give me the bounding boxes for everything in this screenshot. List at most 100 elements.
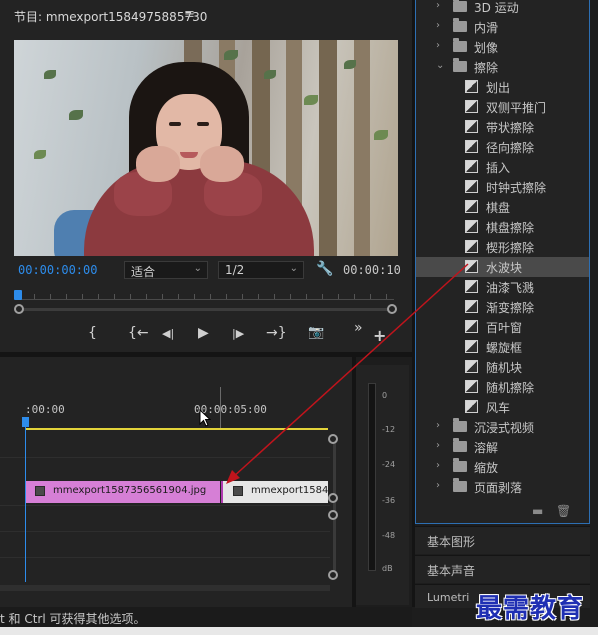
essential-sound-panel[interactable]: 基本声音 — [415, 555, 590, 583]
add-button[interactable]: + — [373, 326, 386, 345]
chevron-right-icon[interactable]: › — [436, 40, 440, 51]
trash-icon[interactable]: 🗑 — [556, 504, 571, 518]
chevron-right-icon[interactable]: › — [436, 460, 440, 471]
bottom-strip — [0, 627, 598, 635]
vertical-scrollbar[interactable] — [333, 437, 336, 577]
hamburger-icon[interactable]: ≡ — [184, 7, 195, 22]
effect-item[interactable]: 时钟式擦除 — [416, 177, 589, 197]
chevron-right-icon[interactable]: › — [436, 20, 440, 31]
transition-icon — [465, 380, 478, 393]
wrench-icon[interactable]: 🔧 — [316, 261, 333, 277]
meter-label: 0 — [382, 391, 388, 400]
timeline-playhead[interactable] — [22, 417, 29, 427]
work-area-bar[interactable] — [25, 428, 328, 430]
effects-folder[interactable]: › 内滑 — [416, 17, 589, 37]
audio-meter: 0 -12 -24 -36 -48 dB — [356, 365, 409, 605]
zoom-scrollbar[interactable] — [18, 308, 394, 311]
step-back-button[interactable]: ◀| — [162, 327, 174, 340]
effects-footer: ▬ 🗑 — [416, 498, 589, 522]
monitor-header: 节目: mmexport1584975885730 ≡ — [0, 0, 412, 30]
effects-panel: › 3D 运动 › 内滑 › 划像 ⌄ 擦除 划出 双侧平推门 带状擦除 径向擦除 插入 时钟式擦除 棋盘棋… — [415, 0, 590, 524]
folder-icon — [453, 438, 467, 452]
effects-folder[interactable]: › 沉浸式视频 — [416, 417, 589, 437]
transition-icon — [465, 220, 478, 233]
effect-label: 水波块 — [486, 261, 523, 275]
scroll-handle-right[interactable] — [387, 304, 397, 314]
timeline-clip[interactable]: mmexport1587356561904.jpg — [25, 481, 220, 503]
scroll-handle-top[interactable] — [328, 510, 338, 520]
effect-item[interactable]: 螺旋框 — [416, 337, 589, 357]
step-forward-button[interactable]: |▶ — [232, 327, 244, 340]
effects-folder[interactable]: › 页面剥落 — [416, 477, 589, 497]
effect-item[interactable]: 插入 — [416, 157, 589, 177]
audio-level-bar — [368, 383, 376, 571]
effect-item[interactable]: 水波块 — [416, 257, 589, 277]
effects-folder[interactable]: › 3D 运动 — [416, 0, 589, 17]
folder-icon — [453, 458, 467, 472]
program-monitor: 节目: mmexport1584975885730 ≡ 00:00:00:00 … — [0, 0, 412, 352]
new-bin-icon[interactable]: ▬ — [532, 504, 543, 518]
effect-item[interactable]: 油漆飞溅 — [416, 277, 589, 297]
folder-icon — [453, 58, 467, 72]
effect-label: 百叶窗 — [486, 321, 523, 335]
go-to-in-button[interactable]: {← — [128, 325, 149, 341]
effect-item[interactable]: 划出 — [416, 77, 589, 97]
folder-icon — [453, 0, 467, 12]
essential-graphics-panel[interactable]: 基本图形 — [415, 526, 590, 554]
effect-item[interactable]: 带状擦除 — [416, 117, 589, 137]
monitor-scrubber[interactable] — [14, 288, 398, 318]
monitor-playhead[interactable] — [14, 290, 22, 300]
zoom-select[interactable]: 适合 ⌄ — [124, 261, 208, 279]
essential-sound-label: 基本声音 — [427, 564, 476, 578]
horizontal-scrollbar[interactable] — [0, 585, 330, 591]
scroll-handle-top[interactable] — [328, 434, 338, 444]
effect-label: 双侧平推门 — [486, 101, 547, 115]
effect-item[interactable]: 随机擦除 — [416, 377, 589, 397]
export-frame-icon[interactable]: 📷 — [308, 325, 324, 340]
chevron-right-icon[interactable]: › — [436, 0, 440, 11]
go-to-out-button[interactable]: →} — [266, 325, 287, 341]
effect-item[interactable]: 风车 — [416, 397, 589, 417]
effect-item[interactable]: 棋盘 — [416, 197, 589, 217]
scroll-handle-bottom[interactable] — [328, 493, 338, 503]
chevron-right-icon[interactable]: › — [436, 440, 440, 451]
effect-label: 划像 — [474, 41, 499, 55]
track-divider — [0, 531, 330, 532]
timeline-panel: :00:00 00:00:05:00 mmexport1587356561904… — [0, 357, 352, 607]
effects-folder[interactable]: › 划像 — [416, 37, 589, 57]
timeline-clip[interactable]: mmexport1584975 — [221, 481, 328, 503]
track-divider — [0, 557, 330, 558]
chevron-down-icon[interactable]: ⌄ — [436, 60, 444, 71]
scroll-handle-bottom[interactable] — [328, 570, 338, 580]
effect-item[interactable]: 双侧平推门 — [416, 97, 589, 117]
track-divider — [0, 505, 330, 506]
effect-item[interactable]: 渐变擦除 — [416, 297, 589, 317]
play-button[interactable]: ▶ — [198, 325, 209, 341]
resolution-select[interactable]: 1/2 ⌄ — [218, 261, 304, 279]
mark-in-button[interactable]: { — [88, 325, 97, 341]
current-timecode[interactable]: 00:00:00:00 — [18, 263, 97, 277]
chevron-down-icon: ⌄ — [193, 263, 202, 274]
meter-label: dB — [382, 564, 393, 573]
effect-item[interactable]: 棋盘擦除 — [416, 217, 589, 237]
transition-icon — [465, 120, 478, 133]
transition-icon — [465, 320, 478, 333]
effect-label: 溶解 — [474, 441, 499, 455]
effects-folder[interactable]: › 溶解 — [416, 437, 589, 457]
effect-label: 沉浸式视频 — [474, 421, 535, 435]
effect-item[interactable]: 随机块 — [416, 357, 589, 377]
effect-item[interactable]: 百叶窗 — [416, 317, 589, 337]
status-text: t 和 Ctrl 可获得其他选项。 — [0, 612, 146, 626]
effect-label: 楔形擦除 — [486, 241, 535, 255]
effect-item[interactable]: 楔形擦除 — [416, 237, 589, 257]
effect-item[interactable]: 径向擦除 — [416, 137, 589, 157]
chevron-right-icon[interactable]: › — [436, 480, 440, 491]
effect-label: 随机擦除 — [486, 381, 535, 395]
more-button[interactable]: » — [354, 320, 363, 336]
video-preview — [14, 40, 398, 256]
effects-folder[interactable]: ⌄ 擦除 — [416, 57, 589, 77]
effects-folder[interactable]: › 缩放 — [416, 457, 589, 477]
chevron-right-icon[interactable]: › — [436, 420, 440, 431]
effect-label: 螺旋框 — [486, 341, 523, 355]
scroll-handle-left[interactable] — [14, 304, 24, 314]
